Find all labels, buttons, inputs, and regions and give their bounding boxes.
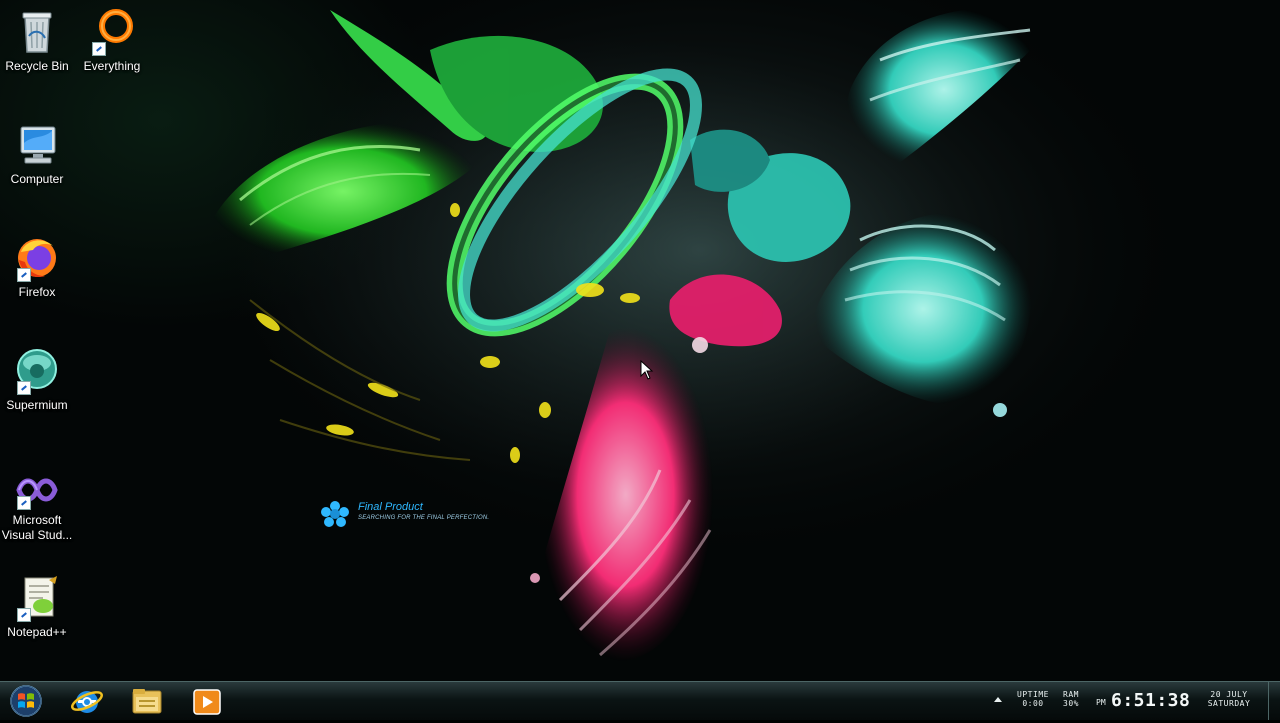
desktop-icon-visual-studio[interactable]: Microsoft Visual Stud... <box>0 468 74 543</box>
ram-gadget: RAM 30% <box>1057 690 1085 708</box>
clock-ampm: PM <box>1096 698 1106 707</box>
date-day-month: 20 JULY <box>1210 690 1248 699</box>
taskbar: UPTIME 0:00 RAM 30% PM 6:51:38 20 JULY S… <box>0 681 1280 720</box>
brand-title: Final Product <box>358 501 423 513</box>
desktop-icon-label: Microsoft Visual Stud... <box>1 513 73 542</box>
media-player-icon <box>193 689 221 715</box>
ram-label: RAM <box>1063 690 1079 699</box>
start-button[interactable] <box>6 684 46 718</box>
brand-subtitle: SEARCHING FOR THE FINAL PERFECTION. <box>358 515 490 521</box>
taskbar-internet-explorer[interactable] <box>60 684 114 718</box>
ram-value: 30% <box>1063 699 1079 708</box>
shortcut-arrow-icon <box>17 268 31 282</box>
desktop-icon-label: Notepad++ <box>7 625 67 639</box>
clock-time[interactable]: 6:51:38 <box>1111 690 1190 711</box>
desktop-icon-supermium[interactable]: Supermium <box>0 347 74 413</box>
recycle-bin-icon <box>13 8 61 56</box>
desktop-icon-recycle-bin[interactable]: Recycle Bin <box>0 8 74 74</box>
desktop-icon-notepad-plus-plus[interactable]: Notepad++ <box>0 574 74 640</box>
file-explorer-icon <box>132 689 162 714</box>
notepad-plus-plus-icon <box>13 574 61 622</box>
desktop-icon-everything[interactable]: Everything <box>75 8 149 74</box>
uptime-value: 0:00 <box>1022 699 1044 708</box>
internet-explorer-icon <box>71 691 103 713</box>
flower-logo-icon <box>321 501 349 527</box>
shortcut-arrow-icon <box>17 381 31 395</box>
taskbar-file-explorer[interactable] <box>120 684 174 718</box>
clock-date[interactable]: 20 JULY SATURDAY <box>1196 690 1262 708</box>
wallpaper-artwork <box>180 0 1220 662</box>
shortcut-arrow-icon <box>17 496 31 510</box>
everything-search-icon <box>88 8 136 56</box>
desktop-icon-label: Firefox <box>18 285 56 299</box>
shortcut-arrow-icon <box>92 42 106 56</box>
desktop-icon-label: Recycle Bin <box>5 59 69 73</box>
shortcut-arrow-icon <box>17 608 31 622</box>
desktop[interactable]: Recycle Bin Everything Computer Firefox … <box>0 0 1280 681</box>
uptime-label: UPTIME <box>1017 690 1049 699</box>
desktop-icon-label: Everything <box>83 59 141 73</box>
supermium-icon <box>13 347 61 395</box>
taskbar-media-player[interactable] <box>180 684 234 718</box>
desktop-icon-label: Computer <box>10 172 64 186</box>
visual-studio-icon <box>13 468 61 510</box>
windows-start-orb-icon <box>10 685 42 717</box>
desktop-icon-firefox[interactable]: Firefox <box>0 234 74 300</box>
date-weekday: SATURDAY <box>1207 699 1251 708</box>
uptime-gadget: UPTIME 0:00 <box>1012 690 1054 708</box>
desktop-icon-computer[interactable]: Computer <box>0 121 74 187</box>
show-desktop-button[interactable] <box>1268 682 1280 720</box>
firefox-icon <box>13 234 61 282</box>
computer-icon <box>13 121 61 169</box>
tray-up-arrow-icon[interactable] <box>992 694 1004 704</box>
mouse-cursor-icon <box>640 360 654 380</box>
desktop-icon-label: Supermium <box>6 398 68 412</box>
